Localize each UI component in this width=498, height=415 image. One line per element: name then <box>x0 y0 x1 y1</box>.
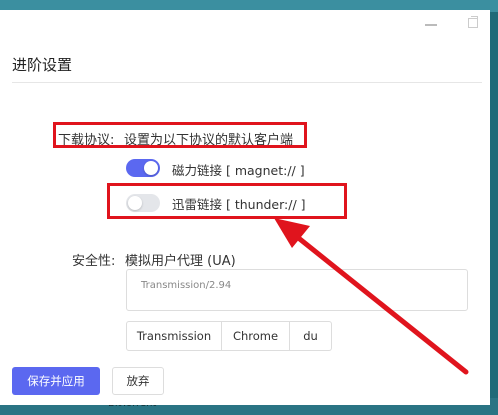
arrow-shaft <box>293 233 469 375</box>
annotation-arrow <box>274 218 469 375</box>
